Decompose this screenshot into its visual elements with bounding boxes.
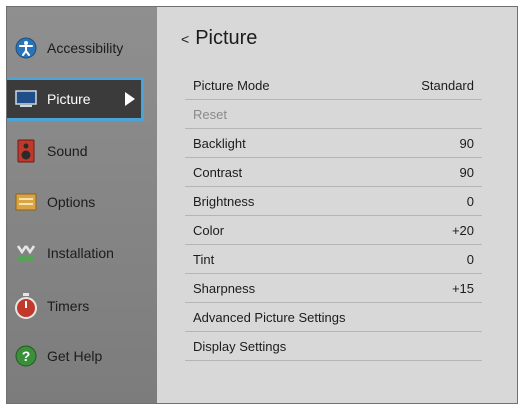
installation-icon	[15, 242, 37, 264]
page-title: < Picture	[181, 27, 257, 50]
setting-label: Picture Mode	[193, 77, 270, 93]
setting-label: Display Settings	[193, 338, 287, 354]
sidebar-item-label: Installation	[47, 245, 114, 261]
tv-icon	[15, 88, 37, 110]
setting-label: Advanced Picture Settings	[193, 309, 346, 325]
sidebar-item-sound[interactable]: Sound	[15, 133, 155, 169]
sidebar: Accessibility Picture Sound Options Inst…	[7, 7, 157, 403]
main-panel: < Picture Picture Mode Standard Reset Ba…	[157, 7, 517, 403]
sidebar-item-get-help[interactable]: ? Get Help	[15, 338, 155, 374]
sidebar-item-label: Accessibility	[47, 40, 124, 56]
setting-label: Brightness	[193, 193, 255, 209]
settings-list: Picture Mode Standard Reset Backlight 90…	[185, 71, 482, 361]
setting-picture-mode[interactable]: Picture Mode Standard	[185, 71, 482, 100]
timer-icon	[15, 293, 37, 319]
speaker-icon	[15, 139, 37, 163]
chevron-right-icon	[125, 92, 135, 106]
setting-value: +15	[451, 280, 474, 296]
sidebar-item-label: Timers	[47, 298, 90, 314]
setting-brightness[interactable]: Brightness 0	[185, 187, 482, 216]
setting-label: Reset	[193, 106, 227, 122]
back-icon[interactable]: <	[181, 31, 189, 47]
setting-tint[interactable]: Tint 0	[185, 245, 482, 274]
sidebar-item-label: Options	[47, 194, 96, 210]
setting-display-settings[interactable]: Display Settings	[185, 332, 482, 361]
sidebar-item-options[interactable]: Options	[15, 184, 155, 220]
sidebar-item-accessibility[interactable]: Accessibility	[15, 30, 155, 66]
sidebar-item-installation[interactable]: Installation	[15, 235, 155, 271]
setting-value: 0	[466, 193, 474, 209]
setting-sharpness[interactable]: Sharpness +15	[185, 274, 482, 303]
setting-backlight[interactable]: Backlight 90	[185, 129, 482, 158]
setting-label: Sharpness	[193, 280, 256, 296]
sidebar-item-label: Picture	[47, 91, 91, 107]
setting-label: Tint	[193, 251, 215, 267]
sidebar-item-picture[interactable]: Picture	[7, 77, 144, 121]
setting-contrast[interactable]: Contrast 90	[185, 158, 482, 187]
setting-value: 0	[466, 251, 474, 267]
setting-value: 90	[459, 135, 474, 151]
setting-color[interactable]: Color +20	[185, 216, 482, 245]
setting-label: Color	[193, 222, 225, 238]
setting-reset[interactable]: Reset	[185, 100, 482, 129]
setting-advanced-picture-settings[interactable]: Advanced Picture Settings	[185, 303, 482, 332]
setting-value: +20	[451, 222, 474, 238]
setting-label: Contrast	[193, 164, 243, 180]
tv-menu-frame: Accessibility Picture Sound Options Inst…	[6, 6, 518, 404]
setting-label: Backlight	[193, 135, 246, 151]
sidebar-item-label: Sound	[47, 143, 88, 159]
setting-value: Standard	[421, 77, 474, 93]
options-icon	[15, 191, 37, 213]
sidebar-item-label: Get Help	[47, 348, 103, 364]
setting-value: 90	[459, 164, 474, 180]
help-icon: ?	[15, 345, 37, 367]
svg-text:?: ?	[22, 348, 31, 364]
accessibility-icon	[15, 37, 37, 59]
sidebar-item-timers[interactable]: Timers	[15, 288, 155, 324]
page-title-text: Picture	[195, 27, 258, 49]
